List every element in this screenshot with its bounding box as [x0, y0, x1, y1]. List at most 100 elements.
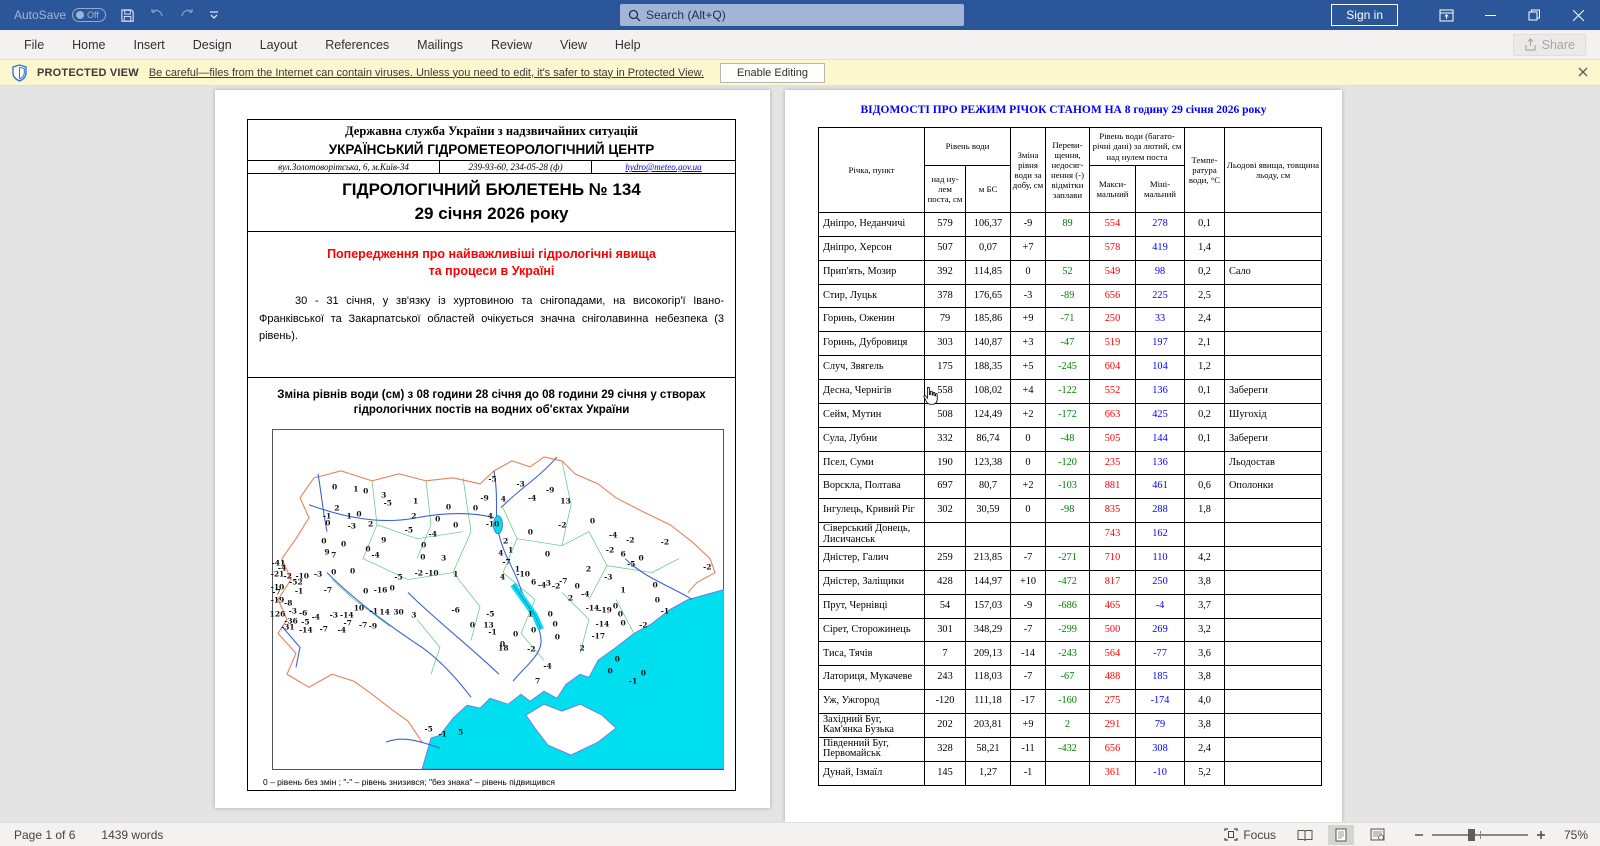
- ribbon-tab-mailings[interactable]: Mailings: [403, 32, 477, 58]
- org-email-link[interactable]: hydro@meteo.gov.ua: [592, 161, 735, 173]
- table-cell: 123,38: [966, 451, 1011, 475]
- sign-in-button[interactable]: Sign in: [1331, 4, 1398, 26]
- print-layout-button[interactable]: [1328, 825, 1354, 845]
- table-cell: [1225, 690, 1322, 714]
- table-cell: 3,7: [1185, 594, 1225, 618]
- read-mode-button[interactable]: [1292, 825, 1318, 845]
- protected-view-message[interactable]: Be careful—files from the Internet can c…: [149, 67, 704, 79]
- table-cell: 604: [1090, 356, 1136, 380]
- map-value-label: 1: [453, 570, 458, 579]
- autosave-toggle[interactable]: AutoSave Off: [14, 8, 106, 22]
- table-cell: 54: [925, 594, 966, 618]
- save-icon[interactable]: [120, 8, 135, 23]
- undo-icon[interactable]: [149, 8, 165, 22]
- focus-label: Focus: [1243, 828, 1276, 842]
- table-cell: Сейм, Мутин: [819, 403, 925, 427]
- table-row: Горинь, Дубровиця303140,87+3-475191972,1: [819, 332, 1322, 356]
- table-cell: 250: [1136, 570, 1185, 594]
- zoom-out-icon[interactable]: [1414, 830, 1424, 840]
- table-cell: -3: [1011, 284, 1046, 308]
- map-value-label: 2: [334, 503, 339, 512]
- table-row: Дніпро, Херсон5070,07+75784191,4: [819, 236, 1322, 260]
- share-button[interactable]: Share: [1513, 34, 1586, 56]
- table-cell: 3,8: [1185, 570, 1225, 594]
- word-count[interactable]: 1439 words: [101, 828, 163, 842]
- ribbon-tab-review[interactable]: Review: [477, 32, 546, 58]
- map-value-label: -52: [289, 577, 303, 586]
- table-cell: +10: [1011, 570, 1046, 594]
- table-cell: -299: [1046, 618, 1090, 642]
- close-button[interactable]: [1556, 0, 1600, 30]
- map-value-label: -4: [338, 626, 346, 635]
- ribbon-tab-home[interactable]: Home: [58, 32, 119, 58]
- map-value-label: 1: [346, 511, 351, 520]
- table-row: Західний Буг, Кам'янка Бузька202203,81+9…: [819, 714, 1322, 738]
- table-cell: 0,1: [1185, 380, 1225, 404]
- map-value-label: 1: [353, 484, 358, 493]
- table-cell: +9: [1011, 308, 1046, 332]
- restore-button[interactable]: [1512, 0, 1556, 30]
- ribbon-tab-view[interactable]: View: [546, 32, 601, 58]
- map-value-label: -17: [592, 632, 606, 641]
- ribbon-display-options-icon[interactable]: [1424, 0, 1468, 30]
- table-cell: [1046, 761, 1090, 785]
- map-value-label: 6: [531, 577, 536, 586]
- ribbon-tab-design[interactable]: Design: [179, 32, 246, 58]
- table-cell: Прип'ять, Мозир: [819, 260, 925, 284]
- table-cell: Дніпро, Херсон: [819, 236, 925, 260]
- map-value-label: 0: [473, 503, 478, 512]
- autosave-label: AutoSave: [14, 8, 66, 22]
- document-canvas[interactable]: Державна служба України з надзвичайних с…: [0, 86, 1600, 822]
- enable-editing-button[interactable]: Enable Editing: [720, 63, 825, 83]
- ribbon-tab-layout[interactable]: Layout: [246, 32, 312, 58]
- zoom-in-icon[interactable]: [1536, 830, 1546, 840]
- ribbon-tab-file[interactable]: File: [10, 32, 58, 58]
- ribbon-tab-help[interactable]: Help: [601, 32, 655, 58]
- page-indicator[interactable]: Page 1 of 6: [14, 828, 75, 842]
- table-cell: 554: [1090, 213, 1136, 237]
- map-value-label: 0: [513, 630, 518, 639]
- table-cell: 2,4: [1185, 308, 1225, 332]
- zoom-slider[interactable]: [1432, 834, 1528, 836]
- map-value-label: 0: [435, 514, 440, 523]
- table-cell: 0: [1011, 499, 1046, 523]
- table-cell: 98: [1136, 260, 1185, 284]
- minimize-button[interactable]: [1468, 0, 1512, 30]
- table-cell: [1225, 308, 1322, 332]
- word-window: AutoSave Off BULLETEN_H - Protected View…: [0, 0, 1600, 846]
- map-value-label: -2: [626, 535, 634, 544]
- map-value-label: -1: [629, 677, 637, 686]
- map-value-label: -1: [295, 586, 303, 595]
- map-value-label: 2: [368, 519, 373, 528]
- table-cell: 291: [1090, 714, 1136, 738]
- search-input[interactable]: Search (Alt+Q): [620, 4, 964, 26]
- ribbon-tab-references[interactable]: References: [311, 32, 403, 58]
- map-value-label: 4: [498, 548, 503, 557]
- map-value-label: 0: [356, 509, 361, 518]
- map-value-label: 0: [331, 567, 336, 576]
- dismiss-bar-icon[interactable]: [1578, 66, 1588, 80]
- table-cell: 213,85: [966, 547, 1011, 571]
- map-value-label: 30: [393, 608, 403, 617]
- table-cell: +2: [1011, 403, 1046, 427]
- map-value-label: 0: [555, 633, 560, 642]
- table-cell: 461: [1136, 475, 1185, 499]
- bulletin-title-line2: 29 січня 2026 року: [248, 202, 735, 226]
- web-layout-button[interactable]: [1364, 825, 1390, 845]
- customize-qat-icon[interactable]: [209, 10, 219, 20]
- map-value-label: 0: [620, 618, 625, 627]
- table-cell: -98: [1046, 499, 1090, 523]
- redo-icon[interactable]: [179, 8, 195, 22]
- table-cell: 0,6: [1185, 475, 1225, 499]
- focus-button[interactable]: Focus: [1218, 826, 1282, 844]
- map-legend-caption: 0 – рівень без змін ; "-" – рівень знизи…: [263, 777, 555, 787]
- letterhead-box: Державна служба України з надзвичайних с…: [247, 119, 736, 232]
- map-value-label: -3: [289, 607, 297, 616]
- autosave-pill[interactable]: Off: [72, 8, 106, 22]
- table-cell: 663: [1090, 403, 1136, 427]
- zoom-level[interactable]: 75%: [1554, 828, 1588, 842]
- zoom-slider-thumb[interactable]: [1468, 829, 1475, 841]
- map-value-label: 0: [615, 655, 620, 664]
- ribbon-tab-insert[interactable]: Insert: [120, 32, 179, 58]
- table-cell: 697: [925, 475, 966, 499]
